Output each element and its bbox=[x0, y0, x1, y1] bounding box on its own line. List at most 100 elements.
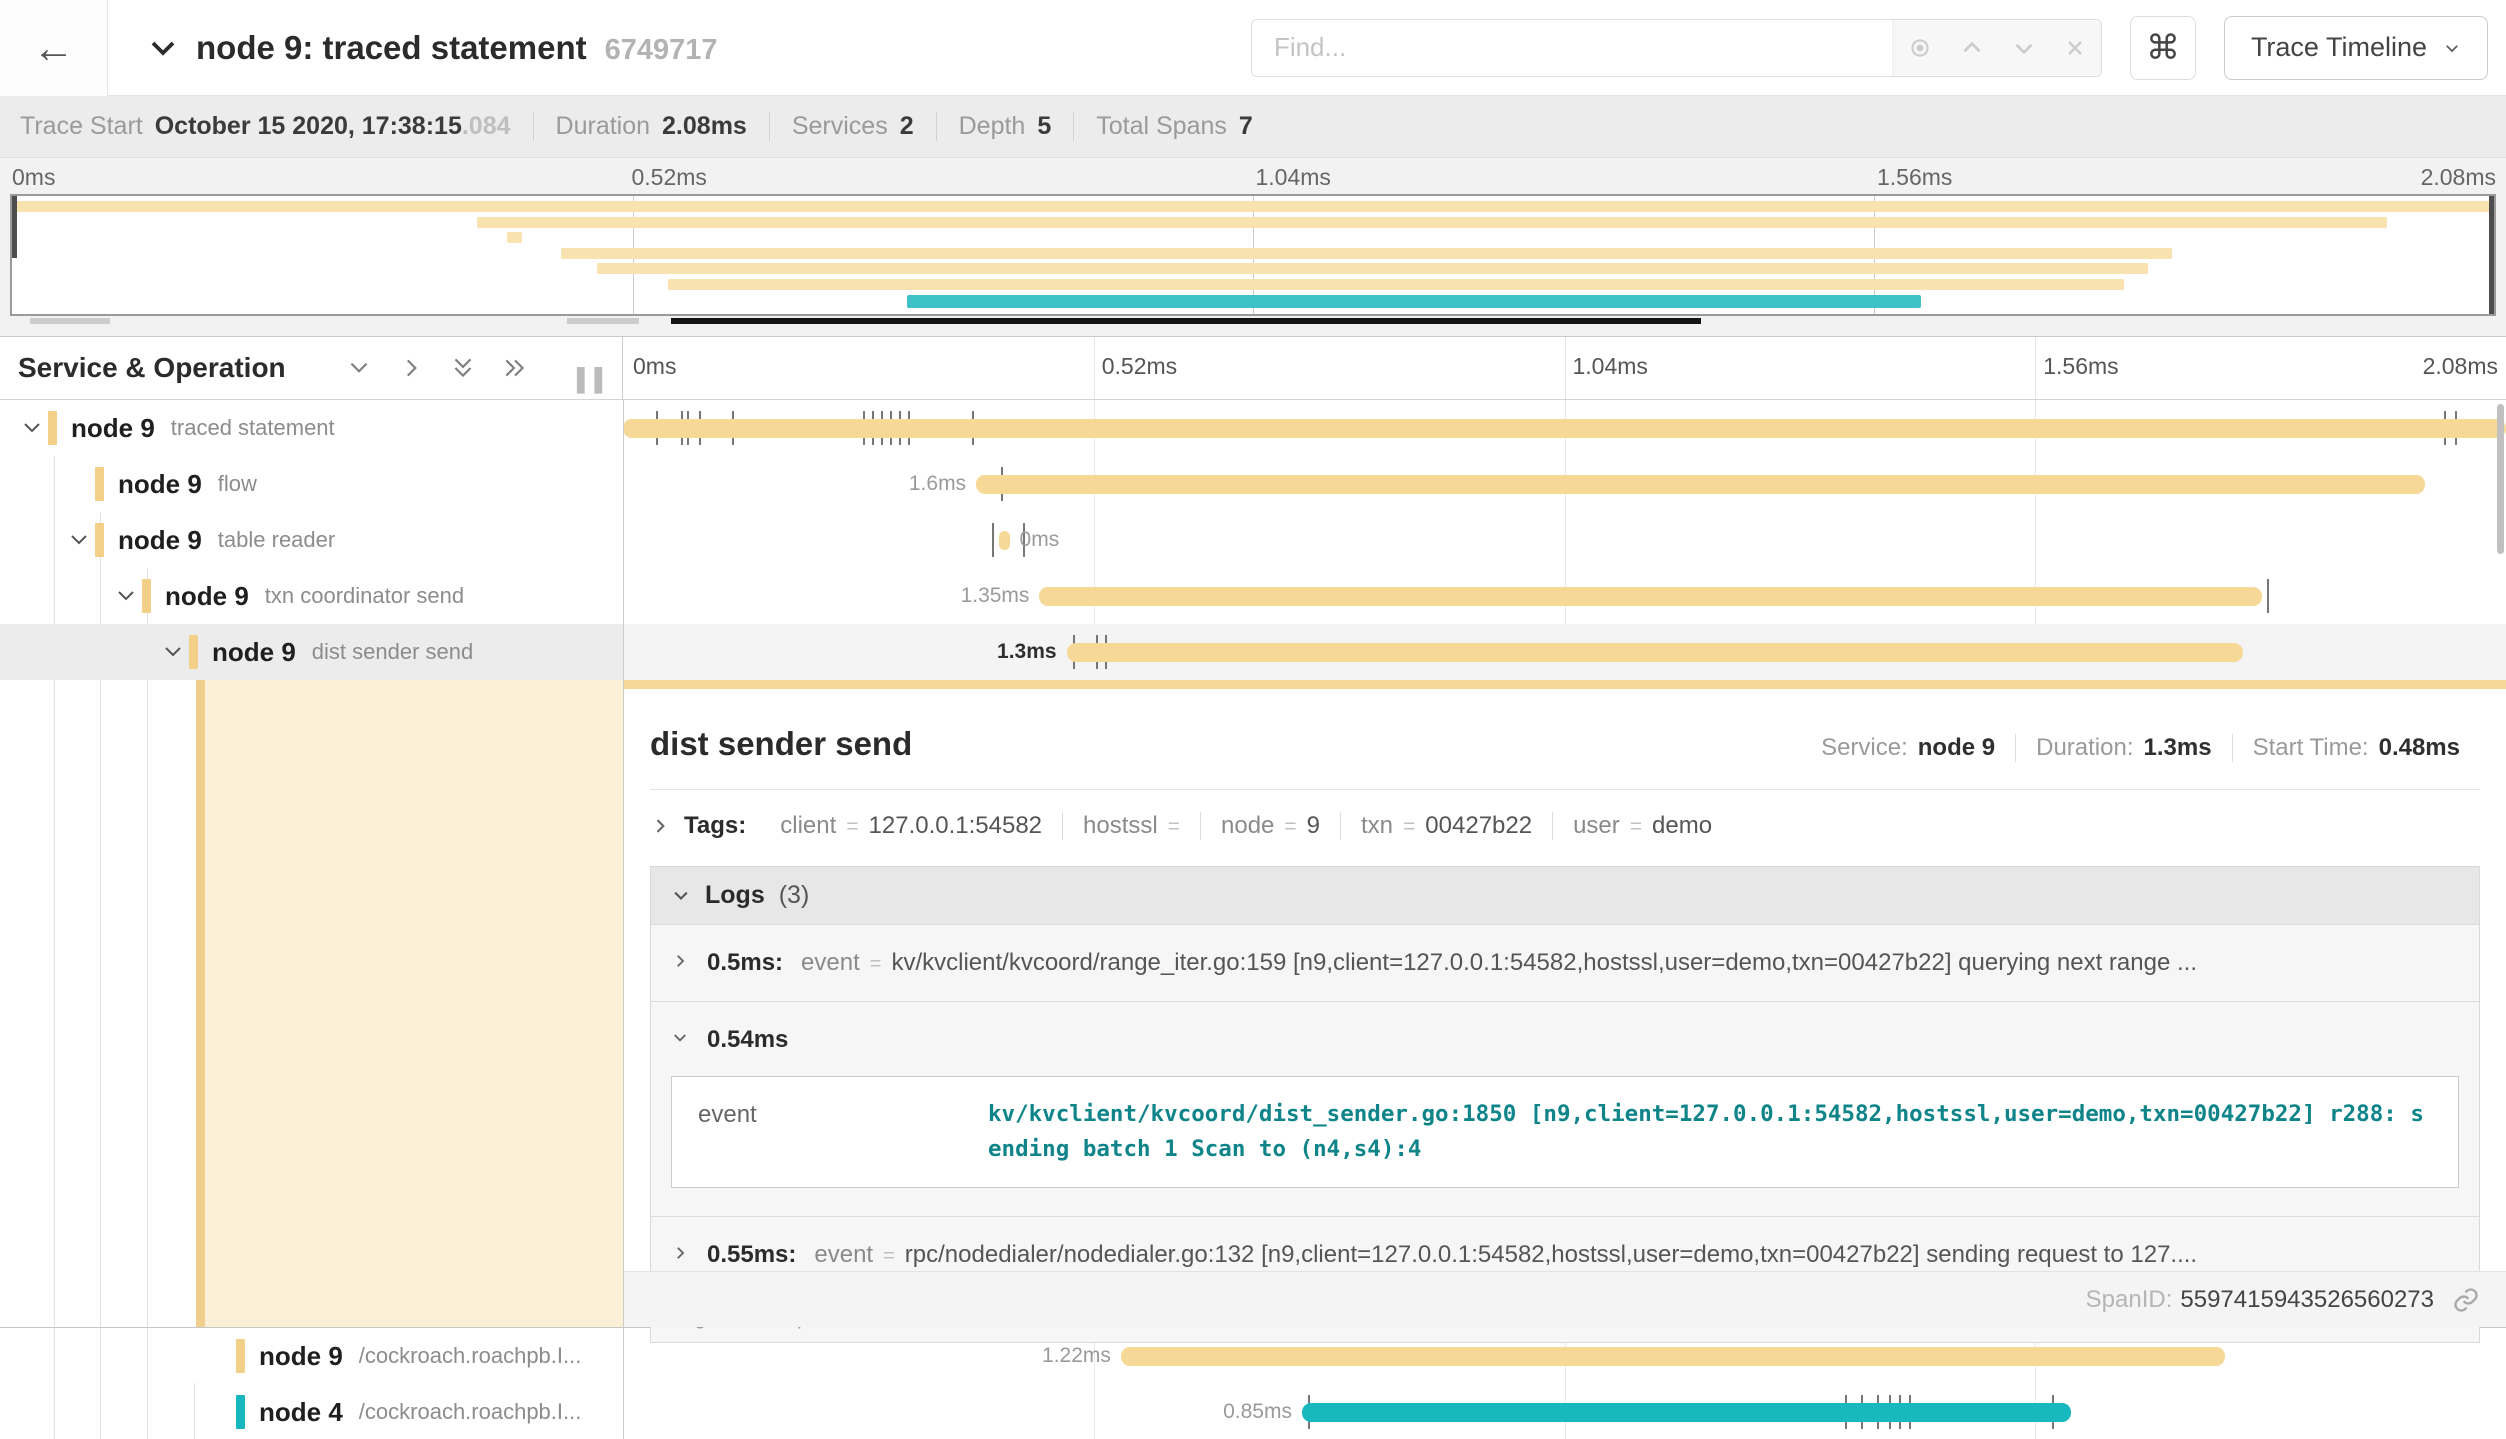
page-title: node 9: traced statement bbox=[196, 29, 587, 67]
span-detail-color-strip bbox=[624, 680, 2506, 689]
span-timeline-cell[interactable]: 0ms bbox=[623, 512, 2506, 568]
span-duration-bar[interactable] bbox=[976, 475, 2424, 494]
vertical-scrollbar[interactable] bbox=[2497, 404, 2504, 554]
span-row[interactable]: node 9 table reader 0ms bbox=[0, 512, 2506, 568]
find-buttons bbox=[1892, 20, 2101, 76]
span-expander[interactable] bbox=[67, 528, 95, 552]
prev-match-icon[interactable] bbox=[1959, 35, 1985, 61]
span-operation-name: table reader bbox=[218, 527, 335, 553]
log-entry-toggle[interactable]: 0.55ms: event = rpc/nodedialer/nodediale… bbox=[671, 1241, 2459, 1269]
log-entry-toggle[interactable]: 0.5ms: event = kv/kvclient/kvcoord/range… bbox=[671, 949, 2459, 977]
span-duration-label: 0ms bbox=[1010, 528, 1070, 552]
span-detail-panel: dist sender send Service:node 9Duration:… bbox=[624, 680, 2506, 1327]
minimap-scroll-thumb[interactable] bbox=[671, 318, 1701, 324]
minimap-span-bar bbox=[907, 295, 1921, 308]
span-color-accent bbox=[236, 1395, 245, 1429]
span-timeline-cell[interactable]: 1.6ms bbox=[623, 456, 2506, 512]
minimap-span-bar bbox=[12, 201, 2494, 212]
span-duration-bar[interactable] bbox=[1121, 1347, 2225, 1366]
span-row[interactable]: node 9flow 1.6ms bbox=[0, 456, 2506, 512]
span-duration-label: 0.85ms bbox=[1213, 1400, 1302, 1424]
trace-view-selector[interactable]: Trace Timeline bbox=[2224, 16, 2488, 80]
span-expander[interactable] bbox=[161, 640, 189, 664]
span-duration-bar[interactable] bbox=[1302, 1403, 2071, 1422]
span-color-accent bbox=[95, 467, 104, 501]
span-duration-bar[interactable] bbox=[999, 531, 1010, 550]
span-id-value: 5597415943526560273 bbox=[2180, 1286, 2434, 1314]
clear-find-icon[interactable] bbox=[2063, 36, 2087, 60]
minimap-drag-handle-left[interactable] bbox=[12, 196, 17, 258]
span-row[interactable]: node 9dist sender send 1.3ms bbox=[0, 624, 2506, 680]
chevron-right-icon bbox=[671, 1244, 689, 1262]
span-service-name: node 4 bbox=[259, 1397, 343, 1428]
span-detail-gutter bbox=[196, 680, 623, 1327]
copy-link-icon[interactable] bbox=[2452, 1286, 2480, 1314]
span-timeline-cell[interactable]: 1.3ms bbox=[623, 624, 2506, 680]
span-row[interactable]: node 4/cockroach.roachpb.I... 0.85ms bbox=[0, 1384, 2506, 1439]
span-duration-label: 1.6ms bbox=[899, 472, 976, 496]
span-color-accent bbox=[95, 523, 104, 557]
span-name-cell[interactable]: node 9dist sender send bbox=[0, 624, 623, 680]
collapse-one-icon[interactable] bbox=[346, 355, 372, 381]
span-timeline-cell[interactable]: 0.85ms bbox=[623, 1384, 2506, 1439]
span-name-cell[interactable]: node 4/cockroach.roachpb.I... bbox=[0, 1384, 623, 1439]
expand-all-icon[interactable] bbox=[502, 355, 528, 381]
span-timeline-cell[interactable]: 1.22ms bbox=[623, 1328, 2506, 1384]
span-row[interactable]: node 9/cockroach.roachpb.I... 1.22ms bbox=[0, 1328, 2506, 1384]
span-operation-name: flow bbox=[218, 471, 257, 497]
span-name-cell[interactable]: node 9flow bbox=[0, 456, 623, 512]
logs-count: (3) bbox=[779, 881, 810, 910]
span-duration-label: 1.3ms bbox=[987, 640, 1067, 664]
span-duration-label: 1.22ms bbox=[1032, 1344, 1121, 1368]
span-service-name: node 9 bbox=[118, 525, 202, 556]
span-color-accent bbox=[142, 579, 151, 613]
span-operation-name: txn coordinator send bbox=[265, 583, 464, 609]
span-timeline-cell[interactable]: 1.35ms bbox=[623, 568, 2506, 624]
find-input[interactable] bbox=[1252, 20, 1892, 76]
next-match-icon[interactable] bbox=[2011, 35, 2037, 61]
minimap-span-bar bbox=[597, 263, 2148, 274]
collapse-trace-chevron-icon[interactable] bbox=[148, 33, 178, 63]
tags-title: Tags: bbox=[684, 812, 746, 840]
summary-item: Total Spans7 bbox=[1073, 112, 1275, 141]
tag-item: client=127.0.0.1:54582 bbox=[760, 812, 1062, 840]
column-resize-grip[interactable]: ▌▌ bbox=[577, 367, 612, 393]
span-rows-area: node 9traced statementnode 9flow1.6msnod… bbox=[0, 400, 2506, 1439]
service-operation-title: Service & Operation bbox=[18, 352, 286, 384]
span-expander[interactable] bbox=[20, 416, 48, 440]
chevron-down-icon bbox=[114, 584, 138, 608]
tag-item: txn=00427b22 bbox=[1340, 812, 1552, 840]
span-expander[interactable] bbox=[114, 584, 142, 608]
span-duration-bar[interactable] bbox=[1067, 643, 2244, 662]
span-name-cell[interactable]: node 9 txn coordinator send bbox=[0, 568, 623, 624]
span-timeline-cell[interactable] bbox=[623, 400, 2506, 456]
span-row[interactable]: node 9traced statement bbox=[0, 400, 2506, 456]
chevron-down-icon bbox=[671, 886, 691, 906]
detail-meta-item: Duration:1.3ms bbox=[2015, 734, 2231, 762]
minimap-scroll-fragment bbox=[30, 318, 110, 324]
back-button[interactable]: ← bbox=[0, 0, 108, 96]
span-name-cell[interactable]: node 9/cockroach.roachpb.I... bbox=[0, 1328, 623, 1384]
collapse-all-icon[interactable] bbox=[450, 355, 476, 381]
span-row[interactable]: node 9 txn coordinator send 1.35ms bbox=[0, 568, 2506, 624]
tag-item: user=demo bbox=[1552, 812, 1732, 840]
focus-match-icon[interactable] bbox=[1907, 35, 1933, 61]
logs-header[interactable]: Logs (3) bbox=[651, 867, 2479, 924]
span-service-name: node 9 bbox=[165, 581, 249, 612]
chevron-down-icon bbox=[67, 528, 91, 552]
summary-item: Duration2.08ms bbox=[533, 112, 769, 141]
span-name-cell[interactable]: node 9traced statement bbox=[0, 400, 623, 456]
span-duration-bar[interactable] bbox=[1039, 587, 2261, 606]
summary-item: Trace StartOctober 15 2020, 17:38:15.084 bbox=[20, 112, 533, 141]
timeline-grid-header: Service & Operation ▌▌ 0ms 0.52ms 1.04ms… bbox=[0, 336, 2506, 400]
span-duration-bar[interactable] bbox=[623, 419, 2506, 438]
log-entry-toggle[interactable]: 0.54ms bbox=[671, 1026, 2459, 1054]
tags-row[interactable]: Tags: client=127.0.0.1:54582hostssl=node… bbox=[650, 790, 2480, 860]
tick-label: 2.08ms bbox=[2423, 353, 2498, 380]
panel-divider[interactable] bbox=[623, 400, 624, 1439]
minimap-drag-handle-right[interactable] bbox=[2489, 196, 2494, 314]
minimap-viewport[interactable] bbox=[10, 194, 2496, 316]
span-name-cell[interactable]: node 9 table reader bbox=[0, 512, 623, 568]
keyboard-shortcuts-button[interactable]: ⌘ bbox=[2130, 16, 2196, 80]
expand-one-icon[interactable] bbox=[398, 355, 424, 381]
